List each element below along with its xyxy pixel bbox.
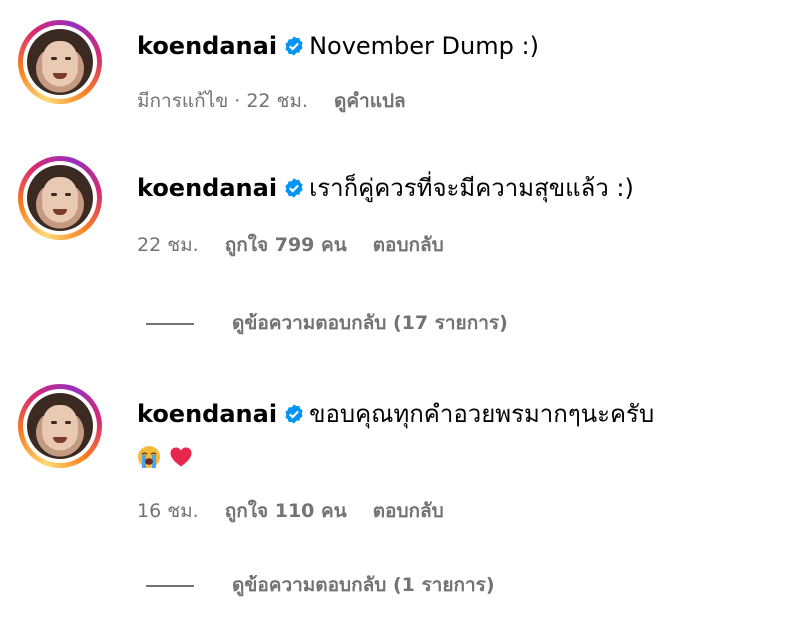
view-replies-button[interactable]: ดูข้อความตอบกลับ (1 รายการ) [146, 572, 495, 598]
verified-badge-icon [285, 36, 303, 56]
reply-button[interactable]: ตอบกลับ [373, 500, 444, 522]
avatar[interactable] [18, 384, 102, 468]
comment-text: เราก็คู่ควรที่จะมีความสุขแล้ว :) [309, 174, 634, 202]
reply-button[interactable]: ตอบกลับ [373, 234, 444, 256]
red-heart-icon [170, 447, 192, 467]
comment-text: ขอบคุณทุกคำอวยพรมากๆนะครับ [309, 400, 655, 428]
view-replies-label: ดูข้อความตอบกลับ (1 รายการ) [232, 574, 495, 596]
username-link[interactable]: koendanai [137, 174, 277, 202]
comment-timestamp: 22 ชม. [137, 234, 199, 256]
likes-count-link[interactable]: ถูกใจ 799 คน [225, 234, 347, 256]
avatar[interactable] [18, 20, 102, 104]
verified-badge-icon [285, 404, 303, 424]
username-link[interactable]: koendanai [137, 32, 277, 60]
replies-divider [146, 584, 194, 587]
comment-text: November Dump :) [309, 32, 539, 60]
loudly-crying-face-icon [138, 446, 160, 468]
likes-count-link[interactable]: ถูกใจ 110 คน [225, 500, 347, 522]
replies-divider [146, 322, 194, 325]
view-replies-button[interactable]: ดูข้อความตอบกลับ (17 รายการ) [146, 310, 508, 336]
username-link[interactable]: koendanai [137, 400, 277, 428]
see-translation-link[interactable]: ดูคำแปล [334, 90, 406, 112]
edited-timestamp: มีการแก้ไข · 22 ชม. [137, 90, 308, 112]
verified-badge-icon [285, 178, 303, 198]
view-replies-label: ดูข้อความตอบกลับ (17 รายการ) [232, 312, 508, 334]
comment-timestamp: 16 ชม. [137, 500, 199, 522]
avatar[interactable] [18, 156, 102, 240]
